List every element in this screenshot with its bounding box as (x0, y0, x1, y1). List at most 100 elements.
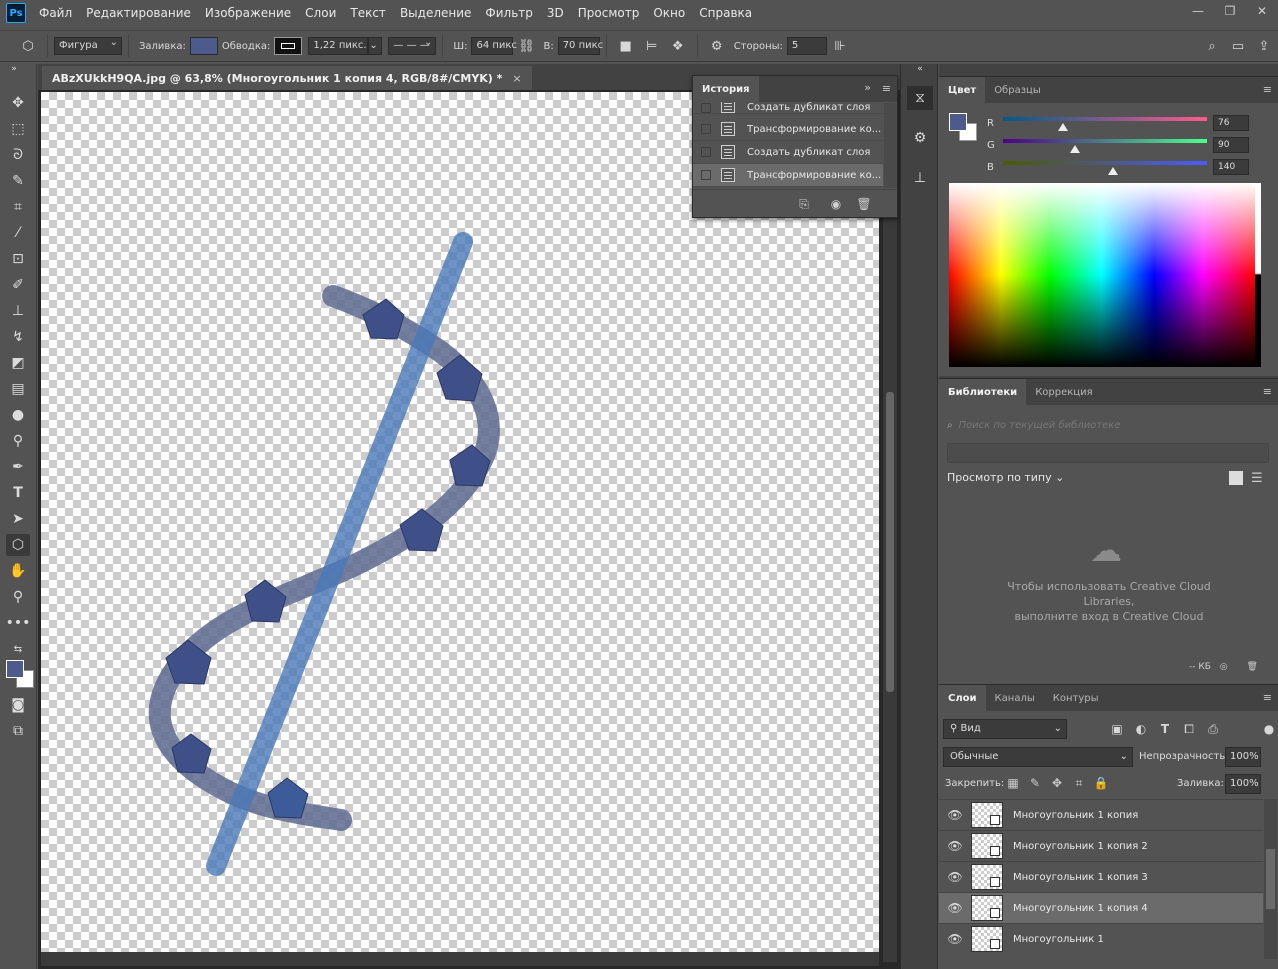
stroke-swatch[interactable] (274, 37, 303, 55)
layers-scrollbar[interactable] (1264, 799, 1277, 959)
layer-row[interactable]: 👁 Многоугольник 1 копия 2 (939, 830, 1263, 861)
layer-row[interactable]: 👁 Многоугольник 1 копия (939, 799, 1263, 830)
clone-source-icon[interactable]: ⊥ (907, 166, 933, 190)
list-view-icon[interactable]: ☰ (1251, 471, 1263, 486)
document-tab[interactable]: ABzXUkkH9QA.jpg @ 63,8% (Многоугольник 1… (42, 66, 532, 90)
properties-panel-icon[interactable]: ⚙ (907, 126, 933, 150)
canvas[interactable] (41, 92, 879, 952)
menu-filter[interactable]: Фильтр (478, 0, 539, 26)
history-brush-tool-icon[interactable]: ↯ (6, 326, 30, 348)
expand-panel-icon[interactable]: » (864, 81, 871, 94)
minimize-icon[interactable]: — (1182, 0, 1214, 22)
tab-paths[interactable]: Контуры (1044, 685, 1108, 711)
marquee-tool-icon[interactable]: ⬚ (6, 118, 30, 140)
layer-row[interactable]: 👁 Многоугольник 1 копия 3 (939, 861, 1263, 892)
zoom-tool-icon[interactable]: ⚲ (6, 586, 30, 608)
tab-layers[interactable]: Слои (939, 685, 986, 711)
eye-icon[interactable]: 👁 (939, 808, 971, 822)
history-item[interactable]: Создать дубликат слоя (693, 141, 883, 164)
trash-icon[interactable]: 🗑 (1247, 662, 1258, 672)
tab-swatches[interactable]: Образцы (985, 77, 1050, 103)
stamp-tool-icon[interactable]: ⊥ (6, 300, 30, 322)
restore-icon[interactable]: ❐ (1214, 0, 1246, 22)
stroke-type-select[interactable]: — — — (388, 35, 437, 55)
filter-toggle-icon[interactable]: ● (1261, 721, 1277, 737)
green-value-input[interactable]: 90 (1213, 137, 1249, 153)
height-input[interactable]: 70 пикс (557, 37, 603, 55)
new-document-from-state-icon[interactable]: ⎘ (797, 197, 811, 211)
layer-filter-select[interactable]: ⚲ Вид ⌄ (943, 719, 1067, 739)
blue-value-input[interactable]: 140 (1213, 159, 1249, 175)
view-by-type-dropdown[interactable]: Просмотр по типу ⌄ (947, 471, 1064, 484)
swap-colors-icon[interactable]: ⇆ (6, 638, 30, 660)
stroke-width-input[interactable]: 1,22 пикс. (308, 37, 369, 55)
menu-window[interactable]: Окно (646, 0, 692, 26)
smart-object-filter-icon[interactable]: ⎙ (1205, 721, 1221, 737)
blur-tool-icon[interactable]: ● (6, 404, 30, 426)
gradient-tool-icon[interactable]: ▤ (6, 378, 30, 400)
blend-mode-select[interactable]: Обычные ⌄ (943, 747, 1133, 767)
quick-select-tool-icon[interactable]: ✎ (6, 170, 30, 192)
creative-cloud-icon[interactable]: ◎ (1220, 662, 1228, 672)
tab-libraries[interactable]: Библиотеки (939, 379, 1027, 405)
eye-icon[interactable]: 👁 (939, 932, 971, 946)
history-snapshot-checkbox[interactable] (701, 103, 711, 113)
layer-row[interactable]: 👁 Многоугольник 1 (939, 923, 1263, 954)
black-white-ramp[interactable] (1255, 183, 1261, 367)
shape-filter-icon[interactable]: ⧠ (1181, 721, 1197, 737)
lasso-tool-icon[interactable]: ᘐ (6, 144, 30, 166)
menu-3d[interactable]: 3D (540, 0, 571, 26)
share-icon[interactable]: ⇪ (1254, 36, 1274, 56)
camera-icon[interactable]: ◉ (829, 197, 843, 211)
history-item[interactable]: Создать дубликат слоя (693, 102, 883, 114)
history-snapshot-checkbox[interactable] (701, 170, 711, 180)
color-spectrum[interactable] (949, 183, 1255, 367)
lock-all-icon[interactable]: 🔒 (1093, 775, 1109, 791)
brush-tool-icon[interactable]: ✐ (6, 274, 30, 296)
lock-position-icon[interactable]: ✥ (1049, 775, 1065, 791)
path-operations-icon[interactable]: ■ (616, 36, 636, 56)
menu-edit[interactable]: Редактирование (79, 0, 198, 26)
eraser-tool-icon[interactable]: ◩ (6, 352, 30, 374)
library-select[interactable] (947, 443, 1269, 463)
layer-row-selected[interactable]: 👁 Многоугольник 1 копия 4 (939, 892, 1263, 923)
path-arrangement-icon[interactable]: ❖ (668, 36, 688, 56)
scroll-thumb[interactable] (886, 392, 894, 692)
scroll-thumb[interactable] (1266, 849, 1275, 909)
slider-thumb[interactable] (1108, 167, 1118, 175)
close-icon[interactable]: ✕ (1246, 0, 1278, 22)
quick-mask-icon[interactable]: ◙ (6, 694, 30, 716)
dodge-tool-icon[interactable]: ⚲ (6, 430, 30, 452)
tab-adjustments[interactable]: Коррекция (1026, 379, 1101, 405)
type-tool-icon[interactable]: T (6, 482, 30, 504)
healing-tool-icon[interactable]: ⊡ (6, 248, 30, 270)
path-alignment-icon[interactable]: ⊨ (642, 36, 662, 56)
adjustment-filter-icon[interactable]: ◐ (1133, 721, 1149, 737)
panel-menu-icon[interactable]: ≡ (1263, 385, 1272, 398)
eyedropper-tool-icon[interactable]: ⁄ (6, 222, 30, 244)
history-panel-icon[interactable]: ⧖ (907, 86, 933, 110)
slider-track[interactable] (1003, 161, 1207, 165)
slider-track[interactable] (1003, 139, 1207, 143)
image-filter-icon[interactable]: ▣ (1109, 721, 1125, 737)
shape-mode-select[interactable]: Фигура (54, 35, 122, 55)
trash-icon[interactable]: 🗑 (856, 197, 871, 211)
panel-menu-icon[interactable]: ≡ (1263, 83, 1272, 96)
move-tool-icon[interactable]: ✥ (6, 92, 30, 114)
type-filter-icon[interactable]: T (1157, 721, 1173, 737)
menu-help[interactable]: Справка (692, 0, 759, 26)
width-input[interactable]: 64 пикс (471, 37, 517, 55)
eye-icon[interactable]: 👁 (939, 870, 971, 884)
workspace-icon[interactable]: ▭ (1228, 36, 1248, 56)
crop-tool-icon[interactable]: ⌗ (6, 196, 30, 218)
slider-track[interactable] (1003, 117, 1207, 121)
screen-mode-icon[interactable]: ⧉ (6, 720, 30, 742)
search-icon[interactable]: ⌕ (1202, 36, 1222, 56)
collapse-icon[interactable]: « (907, 64, 933, 74)
gear-icon[interactable]: ⚙ (707, 36, 727, 56)
foreground-color[interactable] (6, 660, 24, 678)
polygon-tool-preset-icon[interactable]: ⬡ (18, 36, 38, 56)
tab-color[interactable]: Цвет (939, 77, 986, 103)
lock-artboard-icon[interactable]: ⌗ (1071, 775, 1087, 791)
fill-swatch[interactable] (189, 37, 218, 55)
